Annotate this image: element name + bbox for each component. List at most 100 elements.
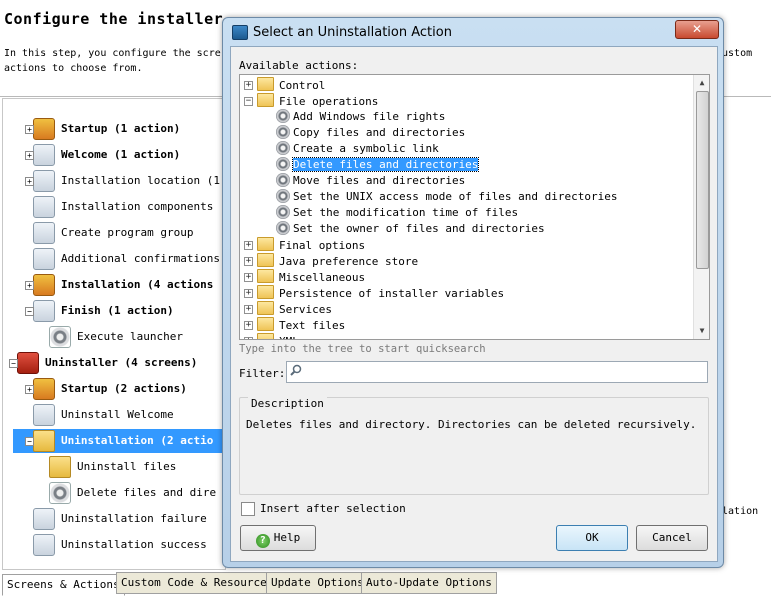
screens-actions-tree[interactable]: Startup (1 action) + Welcome (1 action) + In… bbox=[2, 98, 245, 570]
expand-icon[interactable]: + bbox=[25, 385, 34, 394]
action-item[interactable]: Copy files and directories bbox=[276, 125, 465, 141]
action-category[interactable]: Control bbox=[257, 77, 325, 93]
action-label: Move files and directories bbox=[293, 174, 466, 187]
ok-button[interactable]: OK bbox=[556, 525, 628, 551]
tree-node[interactable]: Execute launcher bbox=[49, 325, 183, 349]
expand-icon[interactable]: + bbox=[244, 257, 253, 266]
action-item[interactable]: Add Windows file rights bbox=[276, 109, 445, 125]
tab-screens-actions[interactable]: Screens & Actions bbox=[2, 574, 125, 596]
folder-delete-icon bbox=[33, 430, 55, 452]
tree-node-label: Uninstaller (4 screens) bbox=[45, 356, 198, 369]
folder-icon bbox=[257, 317, 274, 331]
action-item[interactable]: Create a symbolic link bbox=[276, 141, 439, 157]
action-label: Create a symbolic link bbox=[293, 142, 439, 155]
tree-node-label: Installation (4 actions bbox=[61, 278, 214, 291]
tree-node[interactable]: Uninstallation success bbox=[33, 533, 207, 557]
action-label: Set the owner of files and directories bbox=[293, 222, 545, 235]
expand-icon[interactable]: + bbox=[25, 151, 34, 160]
tree-node[interactable]: Welcome (1 action) bbox=[33, 143, 180, 167]
available-actions-tree[interactable]: Control + File operations − Add Windows file… bbox=[239, 74, 710, 340]
action-category[interactable]: Text files bbox=[257, 317, 345, 333]
dialog-titlebar[interactable]: Select an Uninstallation Action ✕ bbox=[223, 18, 723, 46]
tree-node[interactable]: Additional confirmations bbox=[33, 247, 220, 271]
close-button[interactable]: ✕ bbox=[675, 20, 719, 39]
tree-node[interactable]: Uninstallation failure bbox=[33, 507, 207, 531]
tree-node[interactable]: Uninstall Welcome bbox=[33, 403, 174, 427]
tree-node-label: Uninstallation (2 actio bbox=[61, 434, 214, 447]
tree-node[interactable]: Uninstallation (2 actio bbox=[13, 429, 245, 453]
expand-icon[interactable]: + bbox=[25, 125, 34, 134]
expand-icon[interactable]: + bbox=[244, 273, 253, 282]
action-item[interactable]: Set the modification time of files bbox=[276, 205, 518, 221]
action-label: Set the modification time of files bbox=[293, 206, 519, 219]
tree-node-label: Installation location (1 bbox=[61, 174, 220, 187]
gear-icon bbox=[276, 141, 290, 155]
description-text: Deletes files and directory. Directories… bbox=[246, 418, 697, 431]
scrollbar-thumb[interactable] bbox=[696, 91, 709, 269]
tree-node[interactable]: Installation location (1 bbox=[33, 169, 220, 193]
expand-icon[interactable]: + bbox=[244, 81, 253, 90]
action-item[interactable]: Set the UNIX access mode of files and di… bbox=[276, 189, 618, 205]
tree-node[interactable]: Startup (1 action) bbox=[33, 117, 180, 141]
gear-icon bbox=[276, 189, 290, 203]
dialog-body: Available actions: Control + File operatio… bbox=[230, 46, 718, 562]
scroll-down-arrow-icon[interactable]: ▼ bbox=[694, 323, 709, 339]
tree-node-label: Startup (1 action) bbox=[61, 122, 181, 135]
tree-node[interactable]: Startup (2 actions) bbox=[33, 377, 187, 401]
tree-scrollbar[interactable]: ▲ ▼ bbox=[693, 75, 709, 339]
action-item[interactable]: Move files and directories bbox=[276, 173, 465, 189]
action-label: Persistence of installer variables bbox=[279, 287, 505, 300]
help-button-label: Help bbox=[273, 531, 301, 544]
expand-icon[interactable]: + bbox=[244, 337, 253, 339]
tree-node[interactable]: Create program group bbox=[33, 221, 193, 245]
collapse-icon[interactable]: − bbox=[244, 97, 253, 106]
expand-icon[interactable]: + bbox=[25, 177, 34, 186]
expand-icon[interactable]: + bbox=[244, 289, 253, 298]
tab-custom-code[interactable]: Custom Code & Resources bbox=[116, 572, 279, 594]
action-category[interactable]: XML bbox=[257, 333, 299, 339]
folder-icon bbox=[257, 93, 274, 107]
action-item[interactable]: Set the owner of files and directories bbox=[276, 221, 545, 237]
tab-update-options[interactable]: Update Options bbox=[266, 572, 369, 594]
cancel-button[interactable]: Cancel bbox=[636, 525, 708, 551]
expand-icon[interactable]: + bbox=[244, 305, 253, 314]
page-title: Configure the installer bbox=[4, 10, 224, 28]
action-category[interactable]: File operations bbox=[257, 93, 378, 109]
dialog-title: Select an Uninstallation Action bbox=[253, 25, 452, 40]
action-label: File operations bbox=[279, 95, 379, 108]
action-item[interactable]: Delete files and directories bbox=[276, 157, 480, 173]
expand-icon[interactable]: + bbox=[244, 321, 253, 330]
insert-after-checkbox[interactable] bbox=[241, 502, 255, 516]
action-category[interactable]: Java preference store bbox=[257, 253, 418, 269]
package-icon bbox=[33, 378, 55, 400]
scroll-up-arrow-icon[interactable]: ▲ bbox=[694, 75, 709, 91]
action-label: Copy files and directories bbox=[293, 126, 466, 139]
help-button[interactable]: ? Help bbox=[240, 525, 316, 551]
filter-input[interactable] bbox=[286, 361, 708, 383]
filter-label: Filter: bbox=[239, 367, 286, 380]
collapse-icon[interactable]: − bbox=[25, 307, 34, 316]
insert-after-label[interactable]: Insert after selection bbox=[260, 502, 406, 515]
action-category[interactable]: Services bbox=[257, 301, 332, 317]
action-category[interactable]: Persistence of installer variables bbox=[257, 285, 504, 301]
tree-node-label: Execute launcher bbox=[77, 330, 183, 343]
expand-icon[interactable]: + bbox=[25, 281, 34, 290]
tree-node[interactable]: Finish (1 action) bbox=[33, 299, 174, 323]
action-label: Control bbox=[279, 79, 326, 92]
tree-node[interactable]: Uninstall files bbox=[49, 455, 176, 479]
screen-icon bbox=[33, 144, 55, 166]
action-category[interactable]: Miscellaneous bbox=[257, 269, 365, 285]
tab-auto-update-options[interactable]: Auto-Update Options bbox=[361, 572, 497, 594]
action-category[interactable]: Final options bbox=[257, 237, 365, 253]
expand-icon[interactable]: + bbox=[244, 241, 253, 250]
tree-node[interactable]: Installation (4 actions bbox=[33, 273, 213, 297]
tree-node-label: Delete files and dire bbox=[77, 486, 217, 499]
tree-node[interactable]: Delete files and dire bbox=[49, 481, 216, 505]
collapse-icon[interactable]: − bbox=[9, 359, 18, 368]
tree-node[interactable]: Uninstaller (4 screens) bbox=[17, 351, 197, 375]
gear-icon bbox=[276, 157, 290, 171]
tree-node[interactable]: Installation components bbox=[33, 195, 213, 219]
collapse-icon[interactable]: − bbox=[25, 437, 34, 446]
uninstaller-icon bbox=[17, 352, 39, 374]
available-actions-label: Available actions: bbox=[239, 59, 359, 72]
